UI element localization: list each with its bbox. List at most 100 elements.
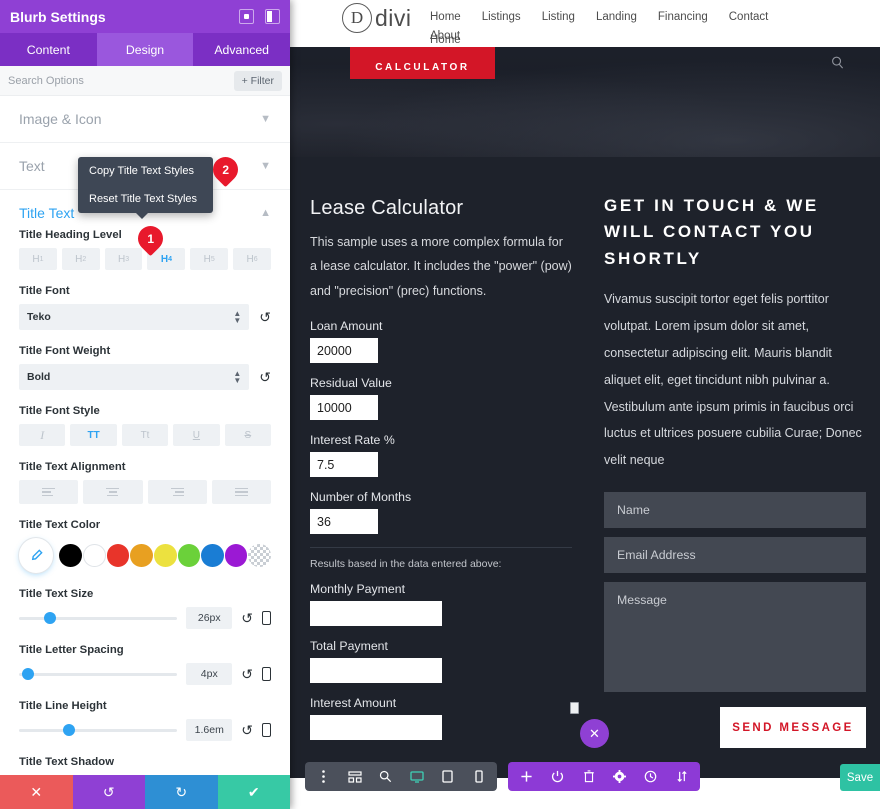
plus-icon[interactable] [512, 762, 541, 791]
title-text-size-slider[interactable] [19, 612, 178, 624]
gear-icon[interactable] [605, 762, 634, 791]
desktop-icon[interactable] [402, 762, 431, 791]
trash-icon[interactable] [574, 762, 603, 791]
reset-title-line-height-icon[interactable]: ↺ [241, 722, 253, 739]
swatch-yellow[interactable] [153, 544, 177, 567]
title-letter-spacing-slider[interactable] [19, 668, 178, 680]
field-total-payment: Total Payment [310, 639, 584, 684]
save-button[interactable]: Save [840, 764, 880, 791]
nav-link-landing[interactable]: Landing [596, 9, 637, 26]
title-line-height-slider[interactable] [19, 724, 178, 736]
field-label: Title Font Style [19, 405, 100, 417]
email-field[interactable] [604, 537, 866, 574]
tab-content[interactable]: Content [0, 33, 97, 66]
confirm-button[interactable]: ✔ [217, 775, 290, 809]
nav-link-listings[interactable]: Listings [482, 9, 521, 26]
heading-level-h2[interactable]: H2 [61, 248, 100, 270]
undo-button[interactable]: ↺ [72, 775, 145, 809]
swatch-blue[interactable] [201, 544, 224, 567]
reset-title-text-styles-item[interactable]: Reset Title Text Styles [78, 185, 213, 213]
history-icon[interactable] [636, 762, 665, 791]
nav-link-home-2[interactable]: Home [430, 34, 461, 46]
heading-level-h5[interactable]: H5 [190, 248, 229, 270]
swatch-transparent[interactable] [248, 544, 272, 567]
panel-footer: ✕ ↺ ↻ ✔ [0, 775, 290, 809]
total-payment-output[interactable] [310, 658, 442, 684]
swatch-purple[interactable] [224, 544, 248, 567]
nav-link-listing[interactable]: Listing [542, 9, 575, 26]
swatch-green[interactable] [177, 544, 201, 567]
loan-amount-input[interactable] [310, 338, 378, 364]
reset-title-text-size-icon[interactable]: ↺ [241, 610, 253, 627]
font-style-capitalize[interactable]: Tt [121, 424, 169, 446]
search-input[interactable] [8, 74, 234, 87]
align-right-icon[interactable] [147, 480, 207, 504]
search-icon[interactable] [830, 55, 845, 75]
callout-number: 1 [147, 231, 154, 246]
field-label: Total Payment [310, 639, 388, 654]
field-title-font: Title Font Teko ▲ ▼ ↺ [0, 285, 290, 330]
name-field[interactable] [604, 492, 866, 529]
font-style-strikethrough[interactable]: S [224, 424, 272, 446]
cancel-button[interactable]: ✕ [0, 775, 73, 809]
font-style-uppercase[interactable]: TT [70, 424, 117, 446]
divi-logo[interactable]: D divi [342, 3, 412, 33]
redo-button[interactable]: ↻ [145, 775, 218, 809]
power-icon[interactable] [543, 762, 572, 791]
layout-icon[interactable] [265, 9, 280, 24]
wireframe-icon[interactable] [340, 762, 369, 791]
nav-link-home[interactable]: Home [430, 9, 461, 26]
zoom-icon[interactable] [371, 762, 400, 791]
responsive-title-line-height-icon[interactable] [262, 723, 271, 737]
responsive-title-text-size-icon[interactable] [262, 611, 271, 625]
reset-title-font-weight-icon[interactable]: ↺ [259, 369, 271, 386]
font-style-underline[interactable]: U [173, 424, 220, 446]
copy-title-text-styles-item[interactable]: Copy Title Text Styles [78, 157, 213, 185]
contact-title: GET IN TOUCH & WE WILL CONTACT YOU SHORT… [604, 196, 819, 268]
calculator-badge: CALCULATOR [350, 47, 495, 79]
eyedropper-icon[interactable] [19, 538, 54, 573]
accordion-image-and-icon[interactable]: Image & Icon ▼ [0, 96, 290, 143]
close-builder-fab[interactable]: ✕ [580, 719, 609, 748]
message-field[interactable] [604, 582, 866, 693]
nav-link-financing[interactable]: Financing [658, 9, 708, 26]
interest-amount-output[interactable] [310, 715, 442, 741]
heading-level-h3[interactable]: H3 [104, 248, 143, 270]
swatch-orange[interactable] [130, 544, 153, 567]
logo-wordmark: divi [375, 4, 412, 31]
reset-title-letter-spacing-icon[interactable]: ↺ [241, 666, 253, 683]
residual-value-input[interactable] [310, 395, 378, 421]
field-interest-amount: Interest Amount [310, 696, 584, 741]
align-left-icon[interactable] [19, 480, 79, 504]
align-justify-icon[interactable] [211, 480, 271, 504]
number-of-months-input[interactable] [310, 509, 378, 535]
responsive-title-letter-spacing-icon[interactable] [262, 667, 271, 681]
title-line-height-value[interactable]: 1.6em [186, 719, 233, 741]
swatch-white[interactable] [83, 544, 106, 567]
font-style-italic[interactable]: I [19, 424, 66, 446]
title-text-size-value[interactable]: 26px [186, 607, 233, 629]
sort-icon[interactable] [667, 762, 696, 791]
filter-button[interactable]: + Filter [233, 70, 282, 91]
title-letter-spacing-value[interactable]: 4px [186, 663, 233, 685]
swatch-red[interactable] [106, 544, 130, 567]
send-message-button[interactable]: SEND MESSAGE [720, 707, 866, 749]
tab-advanced[interactable]: Advanced [193, 33, 290, 66]
more-vertical-icon[interactable] [309, 762, 338, 791]
heading-level-h1[interactable]: H1 [19, 248, 57, 270]
monthly-payment-output[interactable] [310, 601, 442, 627]
heading-level-h6[interactable]: H6 [233, 248, 271, 270]
swatch-black[interactable] [59, 544, 83, 567]
reset-title-font-icon[interactable]: ↺ [259, 309, 271, 326]
tablet-icon[interactable] [433, 762, 462, 791]
title-font-select[interactable]: Teko ▲ ▼ [19, 304, 250, 330]
title-font-weight-select[interactable]: Bold ▲ ▼ [19, 364, 250, 390]
align-center-icon[interactable] [83, 480, 143, 504]
target-icon[interactable] [239, 9, 254, 24]
title-font-value: Teko [27, 311, 51, 323]
nav-link-contact[interactable]: Contact [729, 9, 769, 26]
interest-rate-input[interactable] [310, 452, 378, 478]
resize-handle-icon[interactable] [570, 702, 579, 715]
phone-icon[interactable] [464, 762, 493, 791]
tab-design[interactable]: Design [96, 33, 194, 66]
